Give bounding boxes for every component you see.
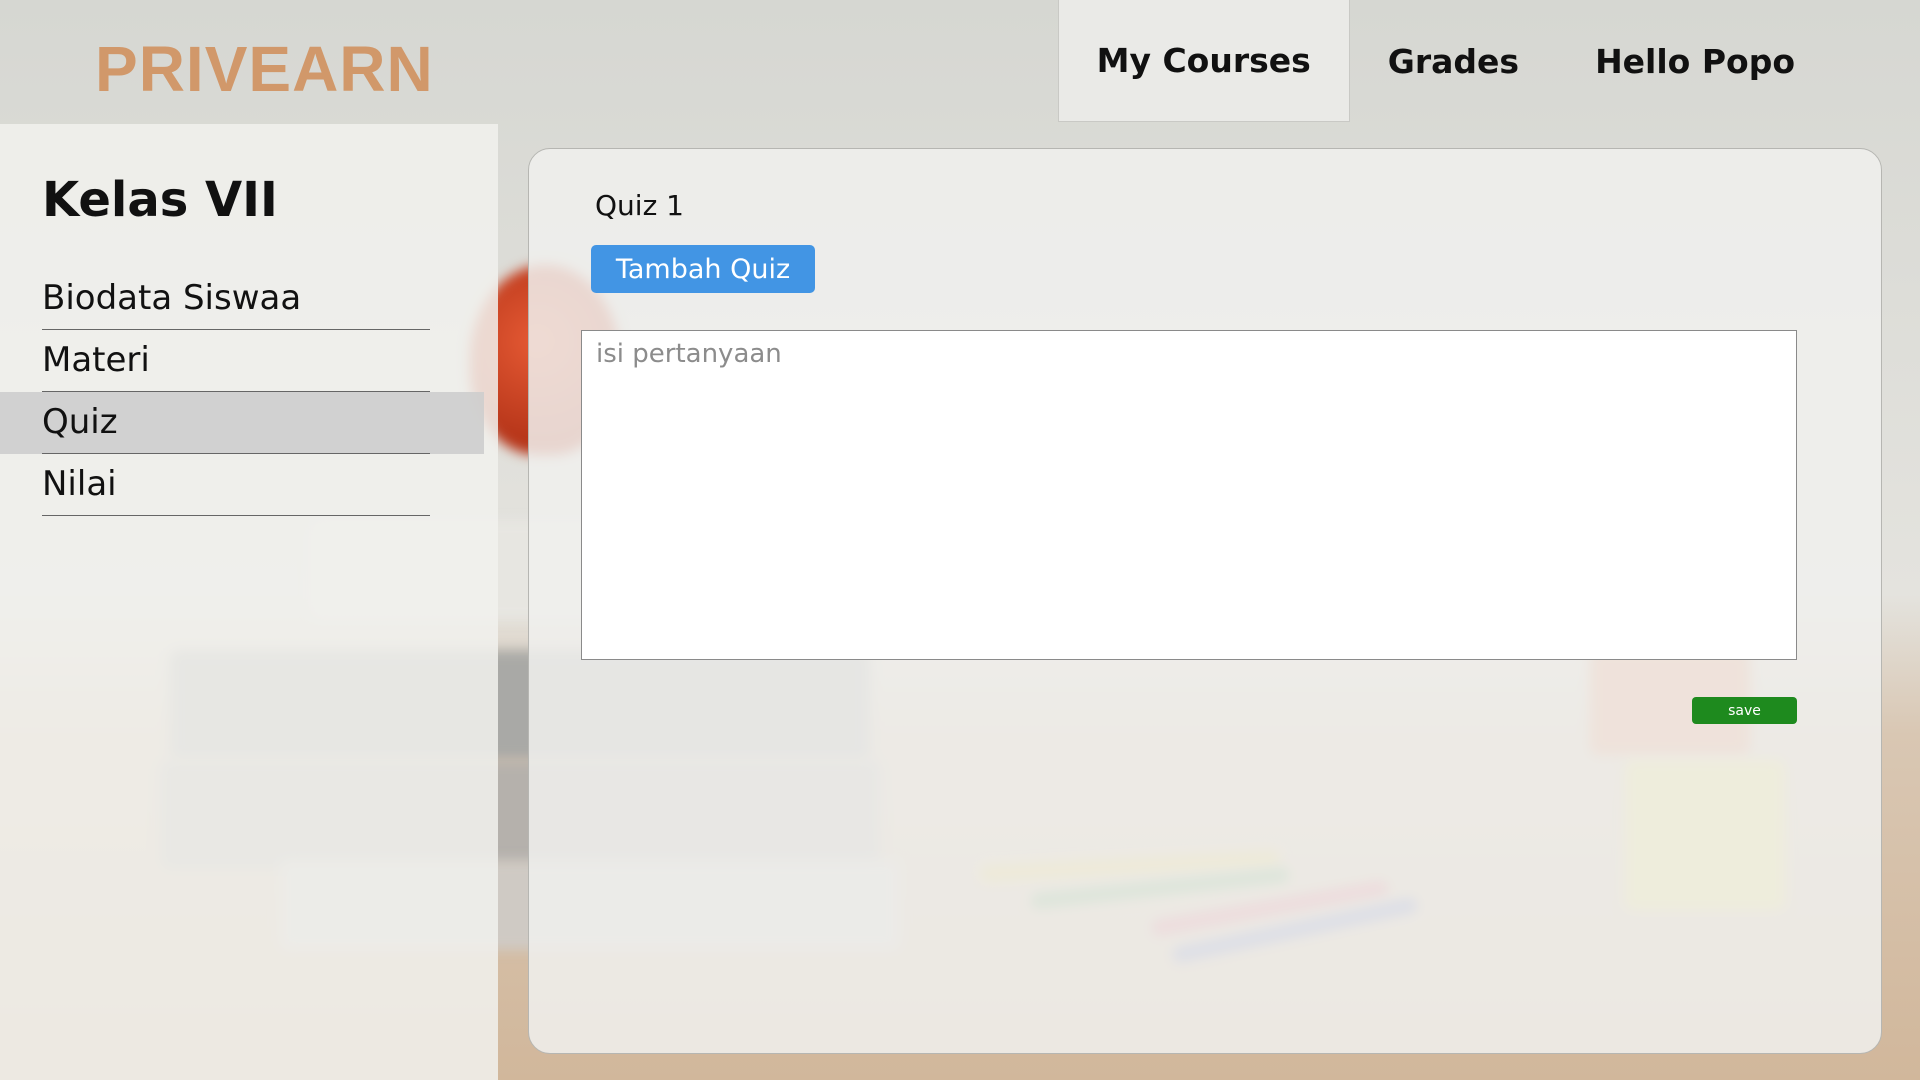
sidebar-item-label: Quiz <box>42 402 118 442</box>
top-header: PRIVEARN My Courses Grades Hello Popo <box>0 0 1920 122</box>
class-title: Kelas VII <box>42 172 278 228</box>
sidebar-item-label: Materi <box>42 340 150 380</box>
divider <box>42 515 430 516</box>
sidebar-item-biodata[interactable]: Biodata Siswaa <box>0 268 498 330</box>
top-nav: My Courses Grades Hello Popo <box>1057 0 1920 122</box>
sidebar-item-label: Nilai <box>42 464 117 504</box>
sidebar-menu: Biodata Siswaa Materi Quiz Nilai <box>0 268 498 516</box>
sidebar: Kelas VII Biodata Siswaa Materi Quiz Nil… <box>0 124 498 1080</box>
brand-logo[interactable]: PRIVEARN <box>95 32 434 106</box>
quiz-title: Quiz 1 <box>595 189 684 222</box>
sidebar-item-quiz[interactable]: Quiz <box>0 392 484 454</box>
nav-grades[interactable]: Grades <box>1350 0 1557 122</box>
nav-my-courses[interactable]: My Courses <box>1057 0 1350 122</box>
nav-user-greeting[interactable]: Hello Popo <box>1557 0 1920 122</box>
quiz-panel: Quiz 1 Tambah Quiz save <box>528 148 1882 1054</box>
add-quiz-button[interactable]: Tambah Quiz <box>591 245 815 293</box>
sidebar-item-nilai[interactable]: Nilai <box>0 454 498 516</box>
question-textarea[interactable] <box>581 330 1797 660</box>
sidebar-item-materi[interactable]: Materi <box>0 330 498 392</box>
save-button[interactable]: save <box>1692 697 1797 724</box>
sidebar-item-label: Biodata Siswaa <box>42 278 302 318</box>
